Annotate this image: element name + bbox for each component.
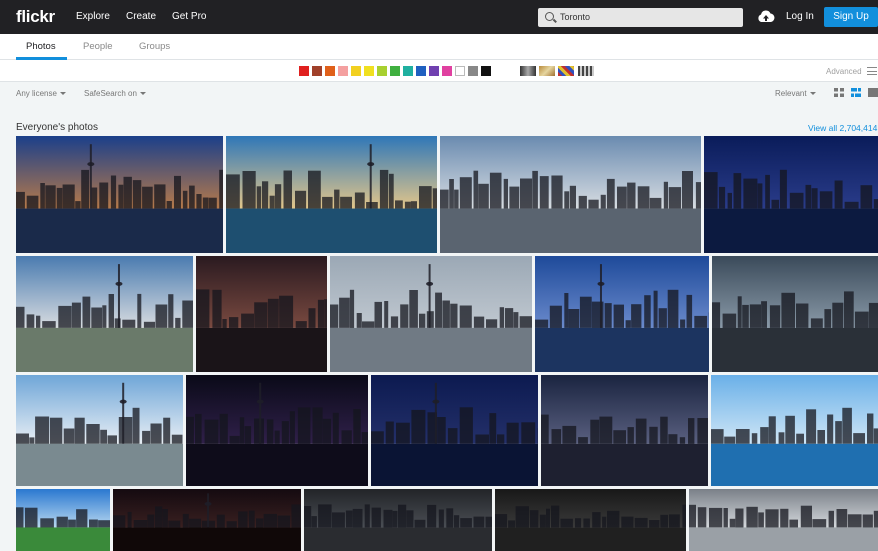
photo-skyline-clouds-condos[interactable] bbox=[16, 256, 193, 372]
photo-skyline-day-tower[interactable] bbox=[226, 136, 437, 253]
large-view-icon[interactable] bbox=[868, 88, 878, 97]
photo-image bbox=[330, 256, 532, 372]
photo-skyline-night-purple[interactable] bbox=[186, 375, 368, 486]
sort-label: Relevant bbox=[775, 89, 807, 98]
color-swatch[interactable] bbox=[481, 66, 491, 76]
photo-skyline-grey-day[interactable] bbox=[330, 256, 532, 372]
search-icon bbox=[545, 12, 554, 21]
color-swatch[interactable] bbox=[338, 66, 348, 76]
photo-glass-building[interactable] bbox=[712, 256, 878, 372]
signup-button[interactable]: Sign Up bbox=[824, 7, 878, 27]
color-swatch[interactable] bbox=[390, 66, 400, 76]
photo-aerial-city-dusk[interactable] bbox=[541, 375, 708, 486]
photo-image bbox=[711, 375, 878, 486]
photo-image bbox=[196, 256, 327, 372]
photo-image bbox=[371, 375, 538, 486]
color-swatch[interactable] bbox=[455, 66, 465, 76]
photo-rocky-shore[interactable] bbox=[711, 375, 878, 486]
photo-dark-building-rain[interactable] bbox=[304, 489, 492, 551]
photo-image bbox=[16, 256, 193, 372]
tab-photos[interactable]: Photos bbox=[26, 41, 56, 52]
photo-skyline-blue-dusk[interactable] bbox=[535, 256, 709, 372]
color-swatch[interactable] bbox=[468, 66, 478, 76]
photo-image bbox=[712, 256, 878, 372]
chevron-down-icon bbox=[809, 92, 816, 96]
filter-shallow-depth[interactable] bbox=[539, 66, 555, 76]
photo-image bbox=[495, 489, 686, 551]
photo-image bbox=[186, 375, 368, 486]
photo-image bbox=[226, 136, 437, 253]
photo-image bbox=[535, 256, 709, 372]
tab-groups[interactable]: Groups bbox=[139, 41, 170, 52]
view-all-link[interactable]: View all 2,704,414 bbox=[808, 123, 877, 133]
photo-image bbox=[304, 489, 492, 551]
filter-minimalist[interactable] bbox=[558, 66, 574, 76]
photo-green-hills-sky[interactable] bbox=[16, 489, 110, 551]
photo-image bbox=[689, 489, 878, 551]
color-swatch[interactable] bbox=[325, 66, 335, 76]
grid-small-view-icon[interactable] bbox=[834, 88, 844, 97]
color-swatch[interactable] bbox=[377, 66, 387, 76]
license-label: Any license bbox=[16, 89, 57, 98]
advanced-settings-icon[interactable] bbox=[867, 67, 877, 75]
color-swatch[interactable] bbox=[442, 66, 452, 76]
color-swatch[interactable] bbox=[429, 66, 439, 76]
license-dropdown[interactable]: Any license bbox=[16, 89, 66, 98]
photo-skyline-night-1[interactable] bbox=[16, 136, 223, 253]
photo-image bbox=[16, 375, 183, 486]
safesearch-dropdown[interactable]: SafeSearch on bbox=[84, 89, 146, 98]
color-filter-bar: Advanced bbox=[0, 60, 878, 82]
photo-image bbox=[541, 375, 708, 486]
photo-aerial-night-lights[interactable] bbox=[196, 256, 327, 372]
nav-get-pro[interactable]: Get Pro bbox=[172, 11, 206, 22]
photo-image bbox=[16, 489, 110, 551]
login-link[interactable]: Log In bbox=[786, 11, 814, 22]
photo-cloudy-sky[interactable] bbox=[689, 489, 878, 551]
nav-create[interactable]: Create bbox=[126, 11, 156, 22]
photo-skyline-reflection-park[interactable] bbox=[16, 375, 183, 486]
sort-dropdown[interactable]: Relevant bbox=[775, 89, 816, 98]
color-swatch[interactable] bbox=[416, 66, 426, 76]
flickr-logo[interactable]: flickr bbox=[16, 7, 55, 27]
photo-image bbox=[113, 489, 301, 551]
photo-image bbox=[16, 136, 223, 253]
search-value: Toronto bbox=[560, 12, 591, 22]
photo-image bbox=[440, 136, 701, 253]
photo-skyline-night-blue[interactable] bbox=[704, 136, 878, 253]
filter-black-white[interactable] bbox=[520, 66, 536, 76]
chevron-down-icon bbox=[59, 92, 66, 96]
safesearch-label: SafeSearch on bbox=[84, 89, 137, 98]
chevron-down-icon bbox=[139, 92, 146, 96]
search-input[interactable]: Toronto bbox=[538, 8, 743, 27]
top-nav-bar: flickr Explore Create Get Pro Toronto Lo… bbox=[0, 0, 878, 34]
color-swatch[interactable] bbox=[403, 66, 413, 76]
color-swatch[interactable] bbox=[351, 66, 361, 76]
search-type-tabs: Photos People Groups bbox=[0, 34, 878, 60]
photo-night-tower-purple[interactable] bbox=[113, 489, 301, 551]
upload-cloud-icon[interactable] bbox=[757, 10, 775, 23]
section-title: Everyone's photos bbox=[16, 122, 98, 133]
photo-skyline-night-harbour[interactable] bbox=[371, 375, 538, 486]
color-swatch[interactable] bbox=[312, 66, 322, 76]
color-swatch[interactable] bbox=[299, 66, 309, 76]
tab-people[interactable]: People bbox=[83, 41, 113, 52]
justified-view-icon[interactable] bbox=[851, 88, 861, 97]
nav-explore[interactable]: Explore bbox=[76, 11, 110, 22]
photo-city-hall[interactable] bbox=[440, 136, 701, 253]
color-swatch[interactable] bbox=[364, 66, 374, 76]
photo-window-city-night[interactable] bbox=[495, 489, 686, 551]
advanced-link[interactable]: Advanced bbox=[826, 67, 862, 76]
photo-image bbox=[704, 136, 878, 253]
filter-patterns[interactable] bbox=[578, 66, 594, 76]
